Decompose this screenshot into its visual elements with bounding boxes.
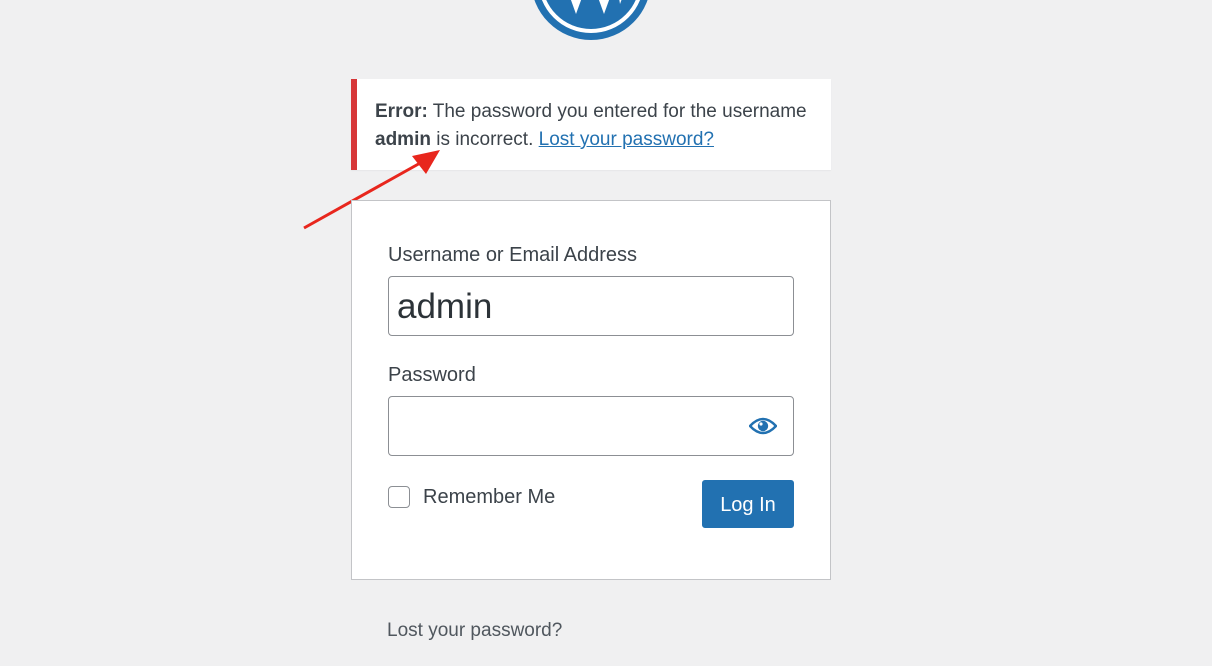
login-button[interactable]: Log In xyxy=(702,480,794,528)
wordpress-logo-icon[interactable] xyxy=(528,0,654,42)
password-input[interactable] xyxy=(388,396,794,456)
notice-lost-password-link[interactable]: Lost your password? xyxy=(539,129,714,150)
error-prefix: Error: xyxy=(375,101,428,122)
username-input[interactable]: admin xyxy=(388,276,794,336)
error-message-part2: is incorrect. xyxy=(436,129,534,150)
login-form: Username or Email Address admin Password… xyxy=(351,200,831,580)
remember-me[interactable]: Remember Me xyxy=(388,484,555,510)
login-page: Error: The password you entered for the … xyxy=(0,0,1212,666)
remember-me-label[interactable]: Remember Me xyxy=(423,486,555,509)
password-label: Password xyxy=(388,364,476,386)
lost-password-link[interactable]: Lost your password? xyxy=(387,620,562,642)
username-value: admin xyxy=(397,287,493,326)
eye-icon[interactable] xyxy=(749,415,777,437)
remember-me-checkbox[interactable] xyxy=(388,486,410,508)
username-label: Username or Email Address xyxy=(388,244,637,266)
error-message-part1: The password you entered for the usernam… xyxy=(432,101,807,122)
